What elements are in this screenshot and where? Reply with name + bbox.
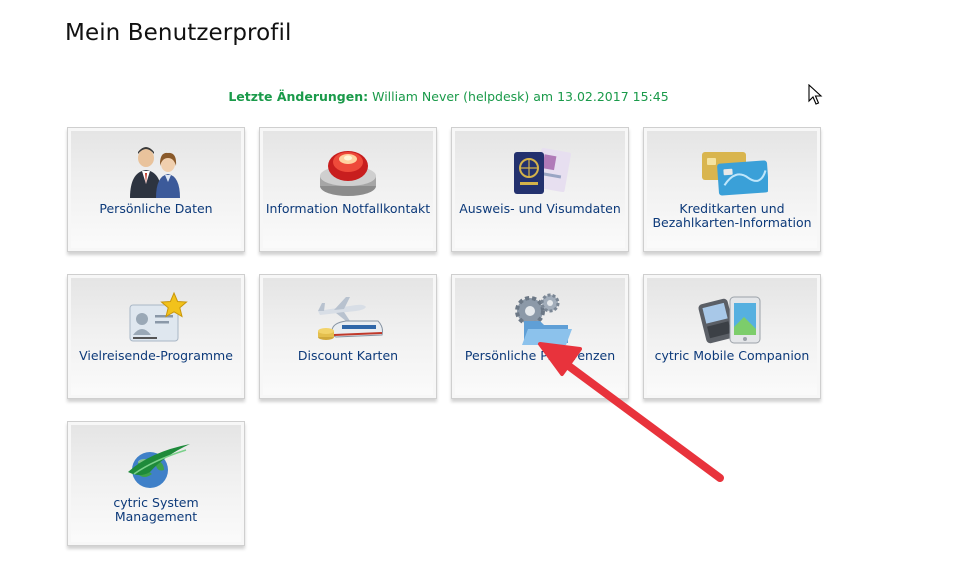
credit-card-icon xyxy=(696,144,768,200)
tile-persoenliche-daten[interactable]: Persönliche Daten xyxy=(67,127,245,252)
mouse-cursor-icon xyxy=(808,84,823,105)
tile-label: Discount Karten xyxy=(297,348,399,363)
tile-label: Ausweis- und Visumdaten xyxy=(459,201,621,216)
tile-persoenliche-praeferenzen[interactable]: Persönliche Präferenzen xyxy=(451,274,629,399)
tile-ausweis-visumdaten[interactable]: Ausweis- und Visumdaten xyxy=(451,127,629,252)
people-icon xyxy=(120,144,192,200)
tile-label: Information Notfallkontakt xyxy=(265,201,431,216)
last-changes-value: William Never (helpdesk) am 13.02.2017 1… xyxy=(372,89,669,104)
tile-cytric-mobile-companion[interactable]: cytric Mobile Companion xyxy=(643,274,821,399)
tile-label: cytric System Management xyxy=(113,495,199,524)
passport-icon xyxy=(504,144,576,200)
last-changes-info: Letzte Änderungen: William Never (helpde… xyxy=(0,89,897,104)
tile-label: Kreditkarten und Bezahlkarten-Informatio… xyxy=(652,201,812,230)
tile-kreditkarten[interactable]: Kreditkarten und Bezahlkarten-Informatio… xyxy=(643,127,821,252)
tile-cytric-system-management[interactable]: cytric System Management xyxy=(67,421,245,546)
globe-icon xyxy=(120,438,192,494)
smartphones-icon xyxy=(696,291,768,347)
gears-folder-icon xyxy=(504,291,576,347)
plane-train-icon xyxy=(312,291,384,347)
tile-discount-karten[interactable]: Discount Karten xyxy=(259,274,437,399)
tile-label: Persönliche Daten xyxy=(99,201,213,216)
tile-label: Vielreisende-Programme xyxy=(79,348,233,363)
frequent-flyer-card-icon xyxy=(120,291,192,347)
tile-vielreisende-programme[interactable]: Vielreisende-Programme xyxy=(67,274,245,399)
tile-label: Persönliche Präferenzen xyxy=(464,348,616,363)
emergency-button-icon xyxy=(312,144,384,200)
last-changes-label: Letzte Änderungen: xyxy=(228,89,369,104)
tile-label: cytric Mobile Companion xyxy=(654,348,810,363)
page-title: Mein Benutzerprofil xyxy=(65,20,292,46)
tile-information-notfallkontakt[interactable]: Information Notfallkontakt xyxy=(259,127,437,252)
